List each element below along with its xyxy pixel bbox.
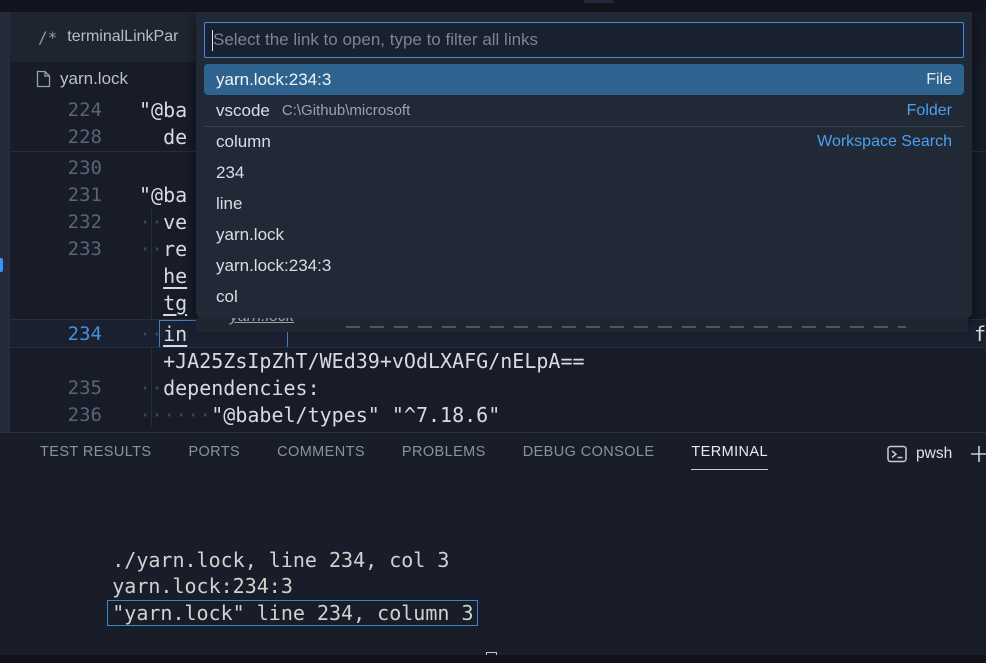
quick-pick-item[interactable]: column Workspace Search [204, 126, 964, 157]
quick-pick-input[interactable] [205, 23, 963, 57]
breadcrumb[interactable]: yarn.lock [36, 66, 128, 92]
editor-tab-terminallinkparsing[interactable]: /* terminalLinkPar [10, 12, 196, 62]
line-number: 236 [10, 404, 102, 426]
item-label: vscode [216, 101, 270, 121]
link-highlight-box: tg [163, 291, 187, 315]
link-highlight-box: +JA25ZsIpZhT/WEd39+vOdLXAFG/nELpA== [163, 349, 584, 373]
link-highlight-box: "@ba [139, 183, 187, 207]
item-type-badge: Workspace Search [817, 133, 952, 151]
code-text: "@babel/types" "^7.18.6" [211, 403, 500, 427]
quick-pick-item[interactable]: line [204, 188, 964, 219]
line-number: 231 [10, 184, 102, 206]
line-number: 233 [10, 238, 102, 260]
item-label: line [216, 194, 242, 214]
code-text-tail: f [974, 322, 986, 346]
breadcrumb-file-label: yarn.lock [60, 69, 128, 89]
terminal-line: ./yarn.lock, line 234, col 3 [40, 524, 497, 550]
link-highlight-box: ve [163, 210, 187, 234]
terminal-output[interactable]: ./yarn.lock, line 234, col 3 yarn.lock:2… [40, 524, 497, 654]
terminal-line-text[interactable]: yarn.lock:234:3 [112, 574, 293, 598]
terminal-shell-label[interactable]: pwsh [916, 445, 952, 463]
link-hover-tooltip-clipped: yarn.lock [196, 318, 968, 332]
editor-line[interactable]: +JA25ZsIpZhT/WEd39+vOdLXAFG/nELpA== [10, 347, 986, 374]
item-label: col [216, 287, 238, 307]
window-top-bar [0, 0, 986, 12]
quick-pick-item[interactable]: yarn.lock:234:3 [204, 250, 964, 281]
link-highlight-box: "@babel/types" "^7.18.6" [211, 403, 500, 427]
code-text: ve [163, 210, 187, 234]
editor-tab-title: terminalLinkPar [67, 28, 178, 46]
code-text: he [163, 264, 187, 288]
panel-tab[interactable]: TEST RESULTS [40, 444, 151, 470]
quick-pick-item[interactable]: col [204, 281, 964, 312]
panel-tab[interactable]: DEBUG CONSOLE [523, 444, 655, 470]
window-bottom-strip [0, 655, 986, 663]
code-text: +JA25ZsIpZhT/WEd39+vOdLXAFG/nELpA== [163, 349, 584, 373]
whitespace-dots [139, 264, 163, 288]
code-text: in [163, 322, 187, 346]
whitespace-dots: ·· [139, 376, 163, 400]
item-label: 234 [216, 163, 244, 183]
panel-tab[interactable]: PROBLEMS [402, 444, 486, 470]
line-number: 232 [10, 211, 102, 233]
line-number: 230 [10, 157, 102, 179]
panel-tab-bar: TEST RESULTS PORTS COMMENTS PROBLEMS DEB… [40, 444, 768, 470]
code-text: de [163, 125, 187, 149]
whitespace-dots: ·· [139, 210, 163, 234]
quick-pick-item[interactable]: 234 [204, 157, 964, 188]
item-label: yarn.lock:234:3 [216, 256, 331, 276]
code-text: "@ba [139, 98, 187, 122]
item-label: column [216, 132, 271, 152]
line-number: 224 [10, 99, 102, 121]
line-number: 234 [10, 323, 102, 345]
terminal-controls: pwsh [886, 443, 952, 465]
code-text: tg [163, 291, 187, 315]
quick-pick-widget: yarn.lock:234:3 File vscode C:\Github\mi… [196, 12, 972, 318]
quick-pick-item[interactable]: vscode C:\Github\microsoft Folder [204, 95, 964, 126]
link-highlight-box: dependencies: [163, 376, 320, 400]
left-edge-active-marker [0, 258, 3, 272]
whitespace-dots: ······ [139, 403, 211, 427]
item-type-badge: File [926, 71, 952, 89]
whitespace-dots [139, 125, 163, 149]
item-type-badge: Folder [907, 102, 952, 120]
item-label: yarn.lock:234:3 [216, 70, 331, 90]
whitespace-dots [139, 349, 163, 373]
panel-tab[interactable]: COMMENTS [277, 444, 365, 470]
editor-line[interactable]: 235 ·· dependencies: [10, 374, 986, 401]
panel-tab[interactable]: TERMINAL [691, 444, 768, 470]
link-highlight-box: re [163, 237, 187, 261]
code-text: dependencies: [163, 376, 320, 400]
typescript-test-file-icon: /* [38, 28, 57, 47]
text-caret [212, 30, 213, 51]
panel-tab[interactable]: PORTS [188, 444, 240, 470]
whitespace-dots: ·· [139, 237, 163, 261]
file-icon [36, 70, 51, 88]
quick-pick-item[interactable]: yarn.lock [204, 219, 964, 250]
whitespace-dots [139, 291, 163, 315]
terminal-line-text[interactable]: "yarn.lock" line 234, column 3 [107, 600, 478, 626]
code-text: re [163, 237, 187, 261]
line-number: 228 [10, 126, 102, 148]
terminal-line-text[interactable]: ./yarn.lock, line 234, col 3 [112, 548, 449, 572]
terminal-shell-icon [886, 443, 908, 465]
item-description: C:\Github\microsoft [282, 102, 410, 119]
editor-line[interactable]: 236 ······ "@babel/types" "^7.18.6" [10, 401, 986, 428]
tooltip-text-fragment: yarn.lock [230, 318, 294, 326]
new-terminal-plus-icon[interactable] [966, 441, 986, 467]
quick-pick-input-box [204, 22, 964, 58]
code-text: "@ba [139, 183, 187, 207]
quick-pick-list: yarn.lock:234:3 File vscode C:\Github\mi… [204, 64, 964, 312]
quick-pick-item[interactable]: yarn.lock:234:3 File [204, 64, 964, 95]
link-highlight-box: he [163, 264, 187, 288]
item-label: yarn.lock [216, 225, 284, 245]
line-number: 235 [10, 377, 102, 399]
command-center-edge [584, 0, 614, 3]
